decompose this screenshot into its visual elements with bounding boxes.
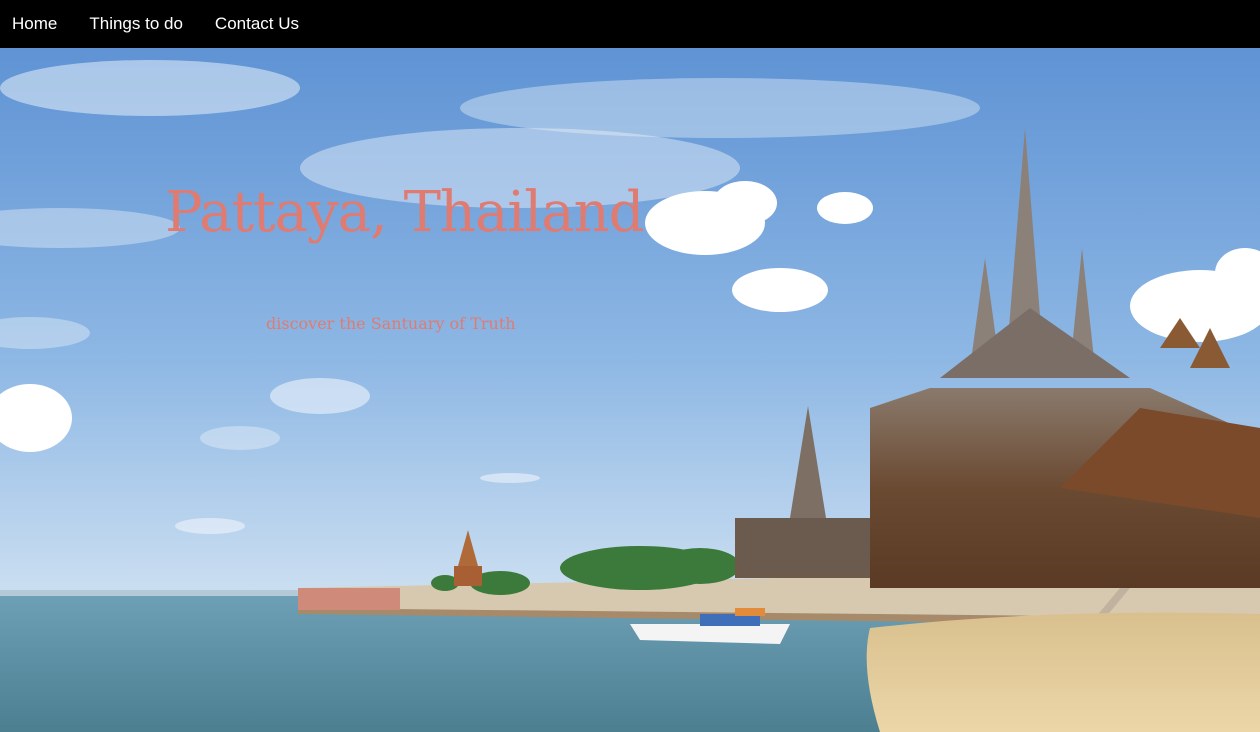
top-nav: Home Things to do Contact Us: [0, 0, 1260, 48]
nav-home-link[interactable]: Home: [12, 0, 57, 48]
nav-contact-us-link[interactable]: Contact Us: [215, 0, 299, 48]
nav-things-to-do-link[interactable]: Things to do: [89, 0, 183, 48]
page-title: Pattaya, Thailand: [165, 180, 644, 245]
hero-background-image: [0, 48, 1260, 732]
hero-banner: Pattaya, Thailand discover the Santuary …: [0, 48, 1260, 732]
page-subtitle: discover the Santuary of Truth: [266, 314, 516, 333]
